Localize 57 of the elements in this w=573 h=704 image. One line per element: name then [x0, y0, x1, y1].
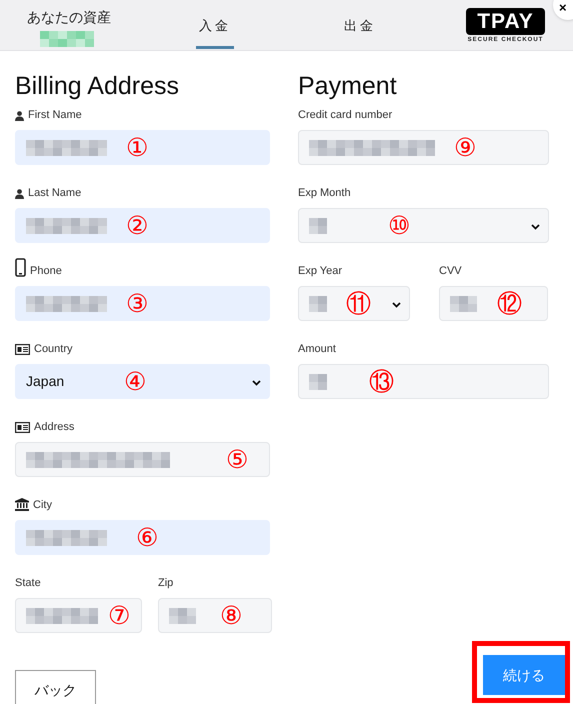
input-field[interactable]: ①	[15, 130, 270, 165]
back-button[interactable]: バック	[15, 670, 96, 704]
field-label: Zip	[158, 577, 174, 589]
tab[interactable]: 入金	[155, 0, 275, 51]
field-label: Phone	[30, 265, 62, 277]
annotation-number: ⑧	[220, 600, 242, 631]
annotation-number: ⑨	[454, 132, 476, 163]
field-label: Exp Year	[298, 265, 342, 277]
annotation-number: ⑪	[346, 288, 371, 319]
field-label: Amount	[298, 343, 336, 355]
input-field[interactable]: ⑬	[298, 364, 549, 399]
annotation-number: ③	[126, 288, 148, 319]
annotation-number: ④	[124, 366, 146, 397]
field-label: City	[33, 499, 52, 511]
input-field[interactable]: ⑨	[298, 130, 549, 165]
input-field[interactable]: ②	[15, 208, 270, 243]
phone-icon	[15, 258, 26, 277]
close-button[interactable]: ×	[553, 0, 573, 20]
input-field[interactable]: ⑫	[439, 286, 548, 321]
assets-label: あなたの資産	[27, 8, 112, 26]
chevron-down-icon	[392, 302, 401, 308]
section-title: Payment	[298, 71, 398, 101]
annotation-number: ⑫	[497, 288, 522, 319]
input-field[interactable]: ③	[15, 286, 270, 321]
field-label: Last Name	[28, 187, 82, 199]
input-field[interactable]: ⑥	[15, 520, 270, 555]
select-field[interactable]: ⑩	[298, 208, 549, 243]
field-label: CVV	[439, 265, 462, 277]
chevron-down-icon	[252, 380, 261, 386]
annotation-number: ⑤	[226, 444, 248, 475]
id-card-icon	[15, 344, 30, 355]
annotation-number: ⑥	[136, 522, 158, 553]
input-field[interactable]: ⑤	[15, 442, 270, 477]
annotation-number: ⑦	[108, 600, 130, 631]
field-value: Japan	[26, 372, 64, 391]
input-field[interactable]: ⑦	[15, 598, 142, 633]
field-label: First Name	[28, 109, 82, 121]
annotation-number: ⑬	[369, 366, 394, 397]
continue-button[interactable]: 続ける	[483, 655, 565, 695]
field-label: Credit card number	[298, 109, 392, 121]
user-icon	[15, 189, 24, 199]
bank-icon	[15, 498, 29, 511]
id-card-icon	[15, 422, 30, 433]
select-field[interactable]: ⑪	[298, 286, 410, 321]
annotation-number: ②	[126, 210, 148, 241]
chevron-down-icon	[531, 224, 540, 230]
field-label: Address	[34, 421, 74, 433]
section-title: Billing Address	[15, 71, 180, 101]
input-field[interactable]: ⑧	[158, 598, 272, 633]
field-label: Exp Month	[298, 187, 351, 199]
select-field[interactable]: Japan ④	[15, 364, 270, 399]
tab[interactable]: 出金	[300, 0, 420, 51]
user-icon	[15, 111, 24, 121]
field-label: Country	[34, 343, 73, 355]
field-label: State	[15, 577, 41, 589]
annotation-number: ⑩	[388, 210, 410, 241]
annotation-number: ①	[126, 132, 148, 163]
